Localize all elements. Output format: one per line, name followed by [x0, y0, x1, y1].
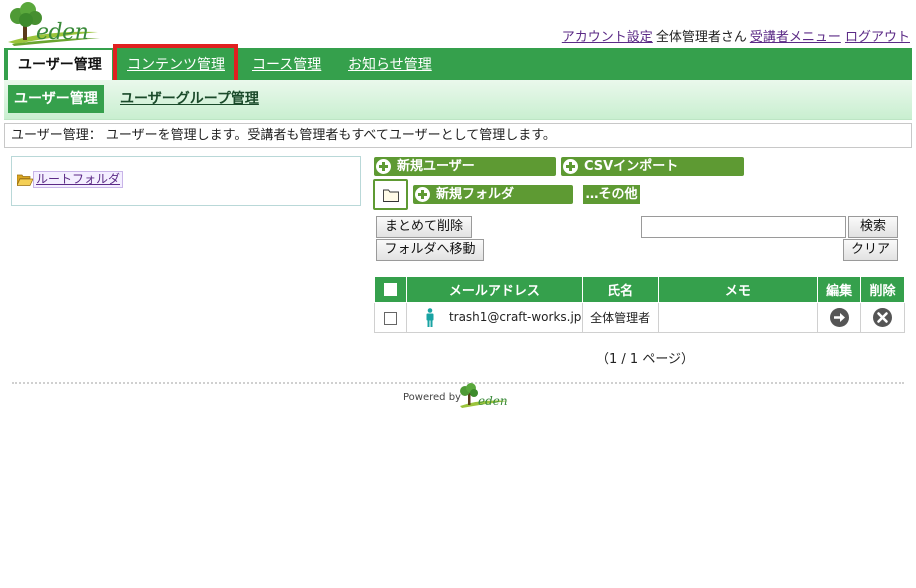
- pager: （1 / 1 ページ）: [596, 352, 695, 367]
- powered-by-text: Powered by: [403, 392, 461, 403]
- bulk-delete-button[interactable]: まとめて削除: [376, 216, 472, 238]
- name-column-header[interactable]: 氏名: [581, 276, 659, 303]
- email-cell: trash1@craft-works.jp: [405, 302, 583, 333]
- header: eden アカウント設定 全体管理者さん 受講者メニュー ログアウト: [0, 0, 916, 48]
- search-input[interactable]: [641, 216, 846, 238]
- user-email[interactable]: trash1@craft-works.jp: [449, 310, 581, 324]
- root-folder-link[interactable]: ルートフォルダ: [33, 171, 124, 188]
- table-row: trash1@craft-works.jp 全体管理者: [374, 302, 905, 333]
- email-column-header[interactable]: メールアドレス: [405, 276, 583, 303]
- subtab-user-group-management[interactable]: ユーザーグループ管理: [120, 85, 259, 113]
- table-header-row: メールアドレス 氏名 メモ 編集 削除: [374, 276, 905, 303]
- move-to-folder-button[interactable]: フォルダへ移動: [376, 239, 484, 261]
- new-folder-button[interactable]: 新規フォルダ: [413, 185, 573, 204]
- account-settings-link[interactable]: アカウント設定: [562, 30, 653, 45]
- new-folder-label: 新規フォルダ: [436, 187, 515, 202]
- tab-course-management[interactable]: コース管理: [252, 48, 321, 80]
- folder-icon: [383, 189, 399, 202]
- new-user-button[interactable]: 新規ユーザー: [374, 157, 556, 176]
- csv-import-label: CSVインポート: [584, 159, 679, 174]
- row-select-cell: [374, 302, 407, 333]
- tab-notice-management[interactable]: お知らせ管理: [348, 48, 432, 80]
- clear-button[interactable]: クリア: [843, 239, 898, 261]
- logo-text: eden: [36, 20, 89, 45]
- user-name: 全体管理者さん: [655, 30, 747, 45]
- page-description: ユーザー管理： ユーザーを管理します。受講者も管理者もすべてユーザーとして管理し…: [4, 123, 912, 148]
- select-all-checkbox[interactable]: [383, 283, 397, 296]
- memo-cell: [657, 302, 819, 333]
- other-button[interactable]: …その他: [583, 185, 640, 204]
- select-all-header: [374, 276, 407, 303]
- row-checkbox[interactable]: [383, 311, 397, 325]
- folder-tree: ルートフォルダ: [11, 156, 361, 206]
- user-table: メールアドレス 氏名 メモ 編集 削除 trash1@craft-works.j…: [374, 276, 905, 333]
- search-button[interactable]: 検索: [848, 216, 898, 238]
- open-folder-icon: [17, 174, 33, 186]
- name-cell: 全体管理者: [581, 302, 659, 333]
- arrow-right-icon[interactable]: [829, 308, 849, 327]
- plus-icon: [563, 159, 578, 174]
- plus-icon: [376, 159, 391, 174]
- subtab-user-management[interactable]: ユーザー管理: [8, 85, 104, 113]
- tab-user-management[interactable]: ユーザー管理: [8, 50, 112, 80]
- delete-column-header: 削除: [860, 276, 905, 303]
- sub-nav: ユーザー管理 ユーザーグループ管理: [4, 80, 912, 120]
- memo-column-header: メモ: [657, 276, 819, 303]
- edit-cell: [817, 302, 862, 333]
- folder-view-button[interactable]: [373, 179, 408, 210]
- csv-import-button[interactable]: CSVインポート: [561, 157, 744, 176]
- top-links: アカウント設定 全体管理者さん 受講者メニュー ログアウト: [562, 26, 910, 45]
- new-user-label: 新規ユーザー: [397, 159, 475, 174]
- plus-icon: [415, 187, 430, 202]
- logout-link[interactable]: ログアウト: [845, 30, 910, 45]
- user-icon: [426, 308, 434, 327]
- footer-logo-text: eden: [478, 394, 508, 408]
- edit-column-header: 編集: [817, 276, 862, 303]
- learner-menu-link[interactable]: 受講者メニュー: [750, 30, 841, 45]
- delete-cell: [860, 302, 905, 333]
- delete-x-icon[interactable]: [873, 308, 893, 327]
